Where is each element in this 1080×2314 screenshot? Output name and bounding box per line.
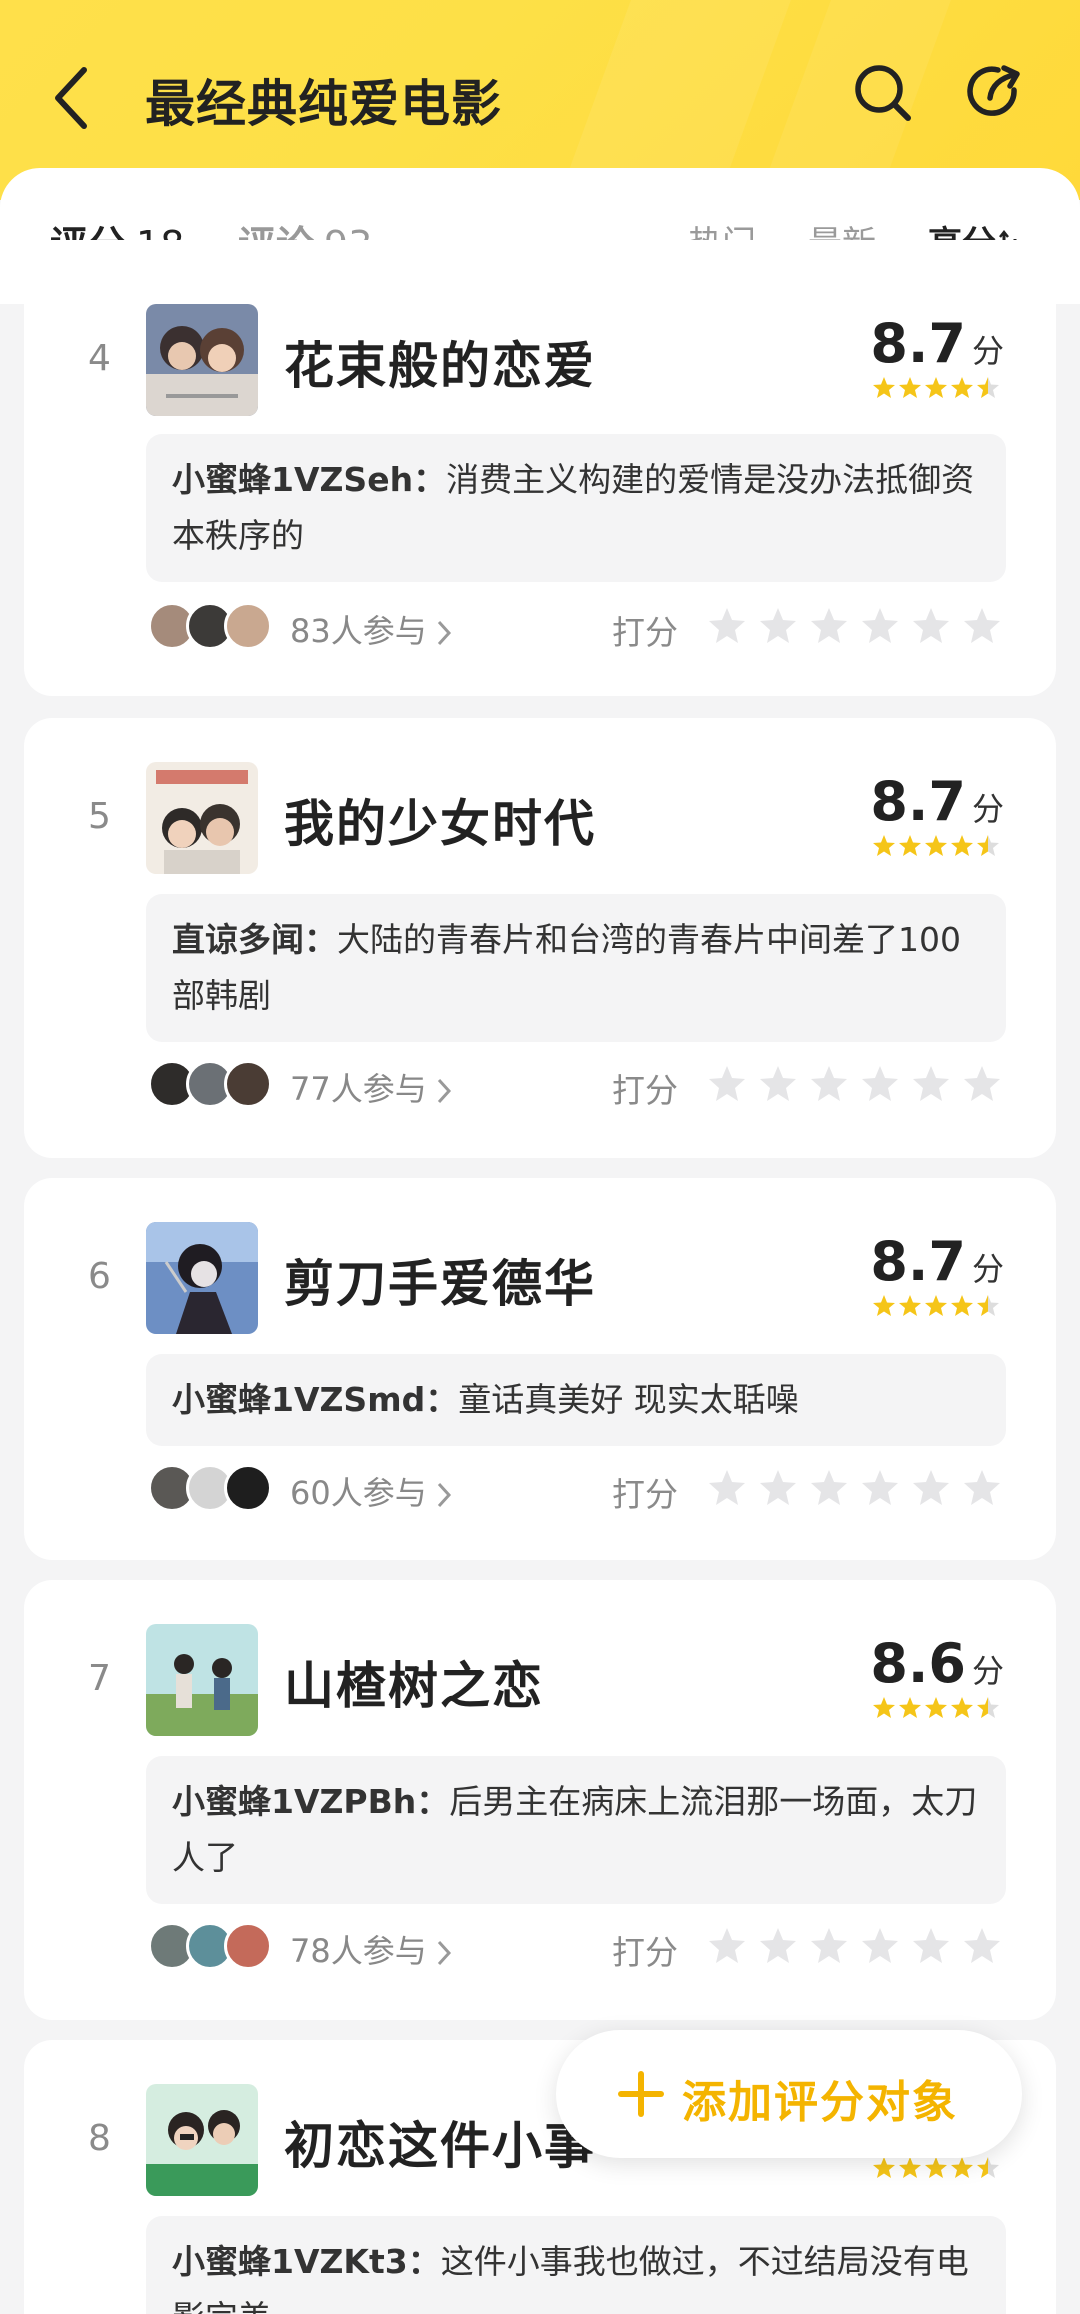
list-item[interactable]: 6 剪刀手爱德华 8.7 分 小蜜蜂1VZSmd：童话真美好 现实太聒噪 60人参… [24, 1178, 1056, 1560]
score-unit: 分 [971, 1250, 1004, 1288]
average-stars [872, 2156, 1004, 2184]
chevron-right-icon [437, 1482, 451, 1508]
comment-author: 小蜜蜂1VZSeh： [172, 460, 447, 499]
rate-label: 打分 [612, 1071, 678, 1110]
avatar [224, 1060, 272, 1108]
participants-count: 78人参与 [290, 1932, 427, 1970]
comment-author: 小蜜蜂1VZKt3： [172, 2242, 441, 2281]
rank-number: 8 [88, 2118, 111, 2159]
score: 8.7 分 [870, 1230, 1004, 1293]
rank-number: 7 [88, 1658, 111, 1699]
rating-stars-icon [709, 608, 1000, 643]
movie-title: 我的少女时代 [284, 795, 596, 853]
rate-stars[interactable] [708, 1468, 1008, 1512]
rate-label: 打分 [612, 1933, 678, 1972]
score: 8.7 分 [870, 312, 1004, 375]
page-title: 最经典纯爱电影 [145, 75, 502, 133]
movie-poster [146, 304, 258, 416]
score-value: 8.7 [870, 312, 966, 375]
star-rating-icon [873, 377, 999, 398]
plus-icon [618, 2071, 664, 2117]
back-button[interactable] [48, 62, 98, 134]
movie-title: 花束般的恋爱 [284, 337, 596, 395]
movie-title: 初恋这件小事 [284, 2117, 596, 2175]
rank-number: 4 [88, 338, 111, 379]
movie-poster [146, 762, 258, 874]
comment-text: 童话真美好 现实太聒噪 [458, 1380, 799, 1419]
star-rating-icon [873, 835, 999, 856]
back-arrow-icon [55, 67, 87, 129]
score-unit: 分 [971, 790, 1004, 828]
rank-number: 5 [88, 796, 111, 837]
top-comment[interactable]: 小蜜蜂1VZSmd：童话真美好 现实太聒噪 [146, 1354, 1006, 1446]
average-stars [872, 376, 1004, 404]
list-item[interactable]: 4 花束般的恋爱 8.7 分 小蜜蜂1VZSeh：消费主义构建的爱情是没办法抵御资… [24, 240, 1056, 696]
movie-title: 山楂树之恋 [284, 1657, 544, 1715]
average-stars [872, 1294, 1004, 1322]
score: 8.6 分 [870, 1632, 1004, 1695]
average-stars [872, 1696, 1004, 1724]
add-rating-item-button[interactable]: 添加评分对象 [556, 2030, 1022, 2158]
movie-title: 剪刀手爱德华 [284, 1255, 596, 1313]
chevron-right-icon [437, 1940, 451, 1966]
score-unit: 分 [971, 332, 1004, 370]
score-unit: 分 [971, 1652, 1004, 1690]
top-comment[interactable]: 小蜜蜂1VZPBh：后男主在病床上流泪那一场面，太刀人了 [146, 1756, 1006, 1904]
score-value: 8.7 [870, 770, 966, 833]
chevron-right-icon [437, 1078, 451, 1104]
rate-stars[interactable] [708, 1064, 1008, 1108]
rating-stars-icon [709, 1066, 1000, 1101]
participants-count: 77人参与 [290, 1070, 427, 1108]
movie-poster [146, 1624, 258, 1736]
rate-label: 打分 [612, 613, 678, 652]
avatar [224, 1922, 272, 1970]
rate-label: 打分 [612, 1475, 678, 1514]
rating-stars-icon [709, 1928, 1000, 1963]
search-icon [855, 65, 911, 121]
list-item[interactable]: 7 山楂树之恋 8.6 分 小蜜蜂1VZPBh：后男主在病床上流泪那一场面，太刀人… [24, 1580, 1056, 2020]
movie-poster [146, 1222, 258, 1334]
score-value: 8.6 [870, 1632, 966, 1695]
participants-count: 60人参与 [290, 1474, 427, 1512]
avatar [224, 1464, 272, 1512]
comment-author: 直谅多闻： [172, 920, 337, 959]
participants-count: 83人参与 [290, 612, 427, 650]
top-comment[interactable]: 直谅多闻：大陆的青春片和台湾的青春片中间差了100部韩剧 [146, 894, 1006, 1042]
comment-author: 小蜜蜂1VZPBh： [172, 1782, 450, 1821]
average-stars [872, 834, 1004, 862]
list-item[interactable]: 5 我的少女时代 8.7 分 直谅多闻：大陆的青春片和台湾的青春片中间差了100部… [24, 718, 1056, 1158]
star-rating-icon [873, 1295, 999, 1316]
rating-stars-icon [709, 1470, 1000, 1505]
top-comment[interactable]: 小蜜蜂1VZKt3：这件小事我也做过，不过结局没有电影完美 [146, 2216, 1006, 2314]
rate-stars[interactable] [708, 606, 1008, 650]
share-icon [967, 65, 1020, 116]
search-button[interactable] [850, 60, 916, 126]
rank-number: 6 [88, 1256, 111, 1297]
comment-author: 小蜜蜂1VZSmd： [172, 1380, 459, 1419]
top-comment[interactable]: 小蜜蜂1VZSeh：消费主义构建的爱情是没办法抵御资本秩序的 [146, 434, 1006, 582]
chevron-right-icon [437, 620, 451, 646]
rate-stars[interactable] [708, 1926, 1008, 1970]
add-rating-item-label: 添加评分对象 [682, 2077, 958, 2128]
movie-poster [146, 2084, 258, 2196]
score-value: 8.7 [870, 1230, 966, 1293]
avatar [224, 602, 272, 650]
star-rating-icon [873, 1697, 999, 1718]
share-button[interactable] [962, 60, 1028, 126]
score: 8.7 分 [870, 770, 1004, 833]
star-rating-icon [873, 2157, 999, 2178]
